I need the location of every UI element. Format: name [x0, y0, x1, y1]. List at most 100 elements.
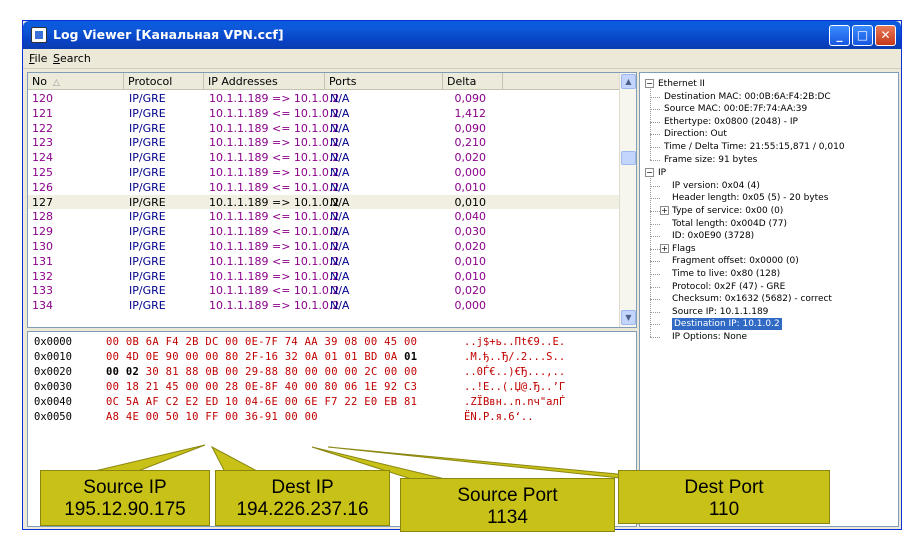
- tree-node-ip-field[interactable]: Fragment offset: 0x0000 (0): [672, 255, 799, 267]
- cell-delta: 0,000: [454, 299, 487, 313]
- tree-node-ip-field[interactable]: Type of service: 0x00 (0): [672, 205, 783, 217]
- scroll-up-icon[interactable]: ▲: [621, 74, 636, 89]
- cell-delta: 0,210: [454, 136, 487, 150]
- hex-byte: 29-88: [245, 366, 279, 378]
- close-button[interactable]: ✕: [875, 25, 896, 46]
- cell-ports: N/A: [330, 210, 350, 224]
- tree-node-ip-field[interactable]: IP Options: None: [672, 331, 747, 343]
- cell-ports: N/A: [330, 121, 350, 135]
- tree-node-ethernet[interactable]: Ethernet II: [658, 78, 705, 90]
- callout-dest-port-value: 110: [708, 499, 740, 520]
- maximize-button[interactable]: □: [852, 25, 873, 46]
- hex-ascii: ..j$+ь..Пt€9..E.: [464, 336, 566, 348]
- cell-delta: 0,030: [454, 225, 487, 239]
- tree-node-ip-field[interactable]: Flags: [672, 243, 696, 255]
- title-bar[interactable]: Log Viewer [Канальная VPN.ccf] _ □ ✕: [23, 21, 901, 49]
- column-header-no[interactable]: No △: [28, 73, 124, 90]
- tree-connector-line: [650, 89, 651, 160]
- hex-byte: 0A: [304, 351, 318, 363]
- minimize-button[interactable]: _: [829, 25, 850, 46]
- table-row[interactable]: 129 IP/GRE 10.1.1.189 <= 10.1.0.2 N/A 0,030: [28, 224, 620, 239]
- tree-connector-line: [650, 185, 660, 187]
- tree-connector-line: [650, 178, 651, 337]
- hex-bytes: A8 4E 00 50 10 FF 00 36-91 00 00: [106, 411, 318, 423]
- tree-node-eth-field[interactable]: Destination MAC: 00:0B:6A:F4:2B:DC: [664, 91, 831, 103]
- hex-byte: 0E: [145, 351, 159, 363]
- cell-protocol: IP/GRE: [129, 106, 166, 120]
- tree-node-eth-field[interactable]: Frame size: 91 bytes: [664, 154, 757, 166]
- table-row[interactable]: 133 IP/GRE 10.1.1.189 <= 10.1.0.2 N/A 0,020: [28, 283, 620, 298]
- tree-node-ip-field[interactable]: IP version: 0x04 (4): [672, 180, 760, 192]
- callout-dest-port-label: Dest Port: [684, 477, 764, 498]
- column-header-delta[interactable]: Delta: [443, 73, 503, 90]
- packet-list[interactable]: No △ Protocol IP Addresses Ports Delta 12…: [27, 72, 637, 328]
- tree-node-ip-field[interactable]: Time to live: 0x80 (128): [672, 268, 780, 280]
- cell-ip: 10.1.1.189 <= 10.1.0.2: [209, 210, 340, 224]
- expand-flags-icon[interactable]: +: [660, 243, 669, 253]
- column-header-ip-addresses[interactable]: IP Addresses: [204, 73, 325, 90]
- hex-byte: 00: [205, 351, 219, 363]
- hex-byte: 00: [225, 366, 239, 378]
- packet-list-scrollbar[interactable]: ▲ ▼: [619, 73, 636, 327]
- table-row[interactable]: 124 IP/GRE 10.1.1.189 <= 10.1.0.2 N/A 0,020: [28, 150, 620, 165]
- cell-ip: 10.1.1.189 <= 10.1.0.2: [209, 254, 340, 268]
- hex-byte: 2C: [364, 366, 378, 378]
- table-row[interactable]: 120 IP/GRE 10.1.1.189 => 10.1.0.2 N/A 0,090: [28, 91, 620, 106]
- hex-byte: 01: [344, 351, 358, 363]
- column-header-protocol[interactable]: Protocol: [124, 73, 204, 90]
- packet-list-header: No △ Protocol IP Addresses Ports Delta: [28, 73, 620, 90]
- hex-byte: 00: [344, 366, 358, 378]
- table-row[interactable]: 122 IP/GRE 10.1.1.189 <= 10.1.0.2 N/A 0,090: [28, 121, 620, 136]
- tree-node-eth-field[interactable]: Ethertype: 0x0800 (2048) - IP: [664, 116, 798, 128]
- tree-node-ip-field[interactable]: Total length: 0x004D (77): [672, 218, 787, 230]
- menu-file[interactable]: File: [29, 52, 47, 65]
- packet-detail-tree[interactable]: − Ethernet II Destination MAC: 00:0B:6A:F4…: [639, 72, 899, 527]
- collapse-ip-icon[interactable]: −: [645, 168, 654, 178]
- table-row[interactable]: 123 IP/GRE 10.1.1.189 => 10.1.0.2 N/A 0,210: [28, 135, 620, 150]
- tree-node-ip-field[interactable]: Checksum: 0x1632 (5682) - correct: [672, 293, 832, 305]
- cell-protocol: IP/GRE: [129, 225, 166, 239]
- callout-dest-ip-value: 194.226.237.16: [236, 499, 369, 520]
- tree-node-ip[interactable]: IP: [658, 167, 666, 179]
- menu-search[interactable]: Search: [53, 52, 91, 65]
- cell-protocol: IP/GRE: [129, 92, 166, 105]
- tree-connector-line: [650, 274, 660, 275]
- table-row[interactable]: 131 IP/GRE 10.1.1.189 <= 10.1.0.2 N/A 0,010: [28, 254, 620, 269]
- tree-node-ip-field[interactable]: ID: 0x0E90 (3728): [672, 230, 754, 242]
- table-row[interactable]: 127 IP/GRE 10.1.1.189 => 10.1.0.2 N/A 0,010: [28, 194, 620, 210]
- expand-type-of-service-icon[interactable]: +: [660, 206, 669, 215]
- scroll-thumb[interactable]: [621, 151, 636, 165]
- cell-no: 120: [32, 92, 53, 105]
- table-row[interactable]: 134 IP/GRE 10.1.1.189 => 10.1.0.2 N/A 0,000: [28, 298, 620, 313]
- cell-ip: 10.1.1.189 => 10.1.0.2: [209, 195, 340, 209]
- tree-node-eth-field[interactable]: Time / Delta Time: 21:55:15,871 / 0,010: [664, 141, 845, 153]
- column-header-ports[interactable]: Ports: [325, 73, 443, 90]
- callout-source-ip-label: Source IP: [83, 477, 167, 498]
- callout-source-ip: Source IP 195.12.90.175: [40, 470, 210, 526]
- tree-node-eth-field[interactable]: Direction: Out: [664, 128, 727, 140]
- cell-ip: 10.1.1.189 => 10.1.0.2: [209, 165, 340, 179]
- tree-node-ip-field[interactable]: Protocol: 0x2F (47) - GRE: [672, 281, 785, 293]
- table-row[interactable]: 121 IP/GRE 10.1.1.189 <= 10.1.0.2 N/A 1,412: [28, 106, 620, 121]
- hex-byte: 90: [165, 351, 179, 363]
- table-row[interactable]: 132 IP/GRE 10.1.1.189 => 10.1.0.2 N/A 0,010: [28, 269, 620, 284]
- cell-no: 134: [32, 299, 53, 313]
- cell-protocol: IP/GRE: [129, 151, 166, 165]
- table-row[interactable]: 125 IP/GRE 10.1.1.189 => 10.1.0.2 N/A 0,000: [28, 165, 620, 180]
- hex-byte: 88: [185, 366, 199, 378]
- cell-ip: 10.1.1.189 => 10.1.0.2: [209, 136, 340, 150]
- table-row[interactable]: 128 IP/GRE 10.1.1.189 <= 10.1.0.2 N/A 0,040: [28, 209, 620, 224]
- table-row[interactable]: 130 IP/GRE 10.1.1.189 => 10.1.0.2 N/A 0,020: [28, 239, 620, 254]
- tree-node-ip-field[interactable]: Header length: 0x05 (5) - 20 bytes: [672, 192, 828, 204]
- hex-byte: 01: [324, 351, 338, 363]
- table-row[interactable]: 126 IP/GRE 10.1.1.189 <= 10.1.0.2 N/A 0,010: [28, 180, 620, 195]
- tree-connector-line: [650, 121, 660, 123]
- scroll-down-icon[interactable]: ▼: [621, 310, 636, 325]
- tree-node-eth-field[interactable]: Source MAC: 00:0E:7F:74:AA:39: [664, 103, 807, 115]
- tree-node-ip-field[interactable]: Source IP: 10.1.1.189: [672, 306, 768, 318]
- collapse-ethernet-icon[interactable]: −: [645, 79, 654, 88]
- cell-no: 128: [32, 210, 53, 224]
- tree-node-destination-ip[interactable]: Destination IP: 10.1.0.2: [672, 318, 782, 331]
- cell-protocol: IP/GRE: [129, 136, 166, 150]
- hex-byte: 0B: [205, 366, 219, 378]
